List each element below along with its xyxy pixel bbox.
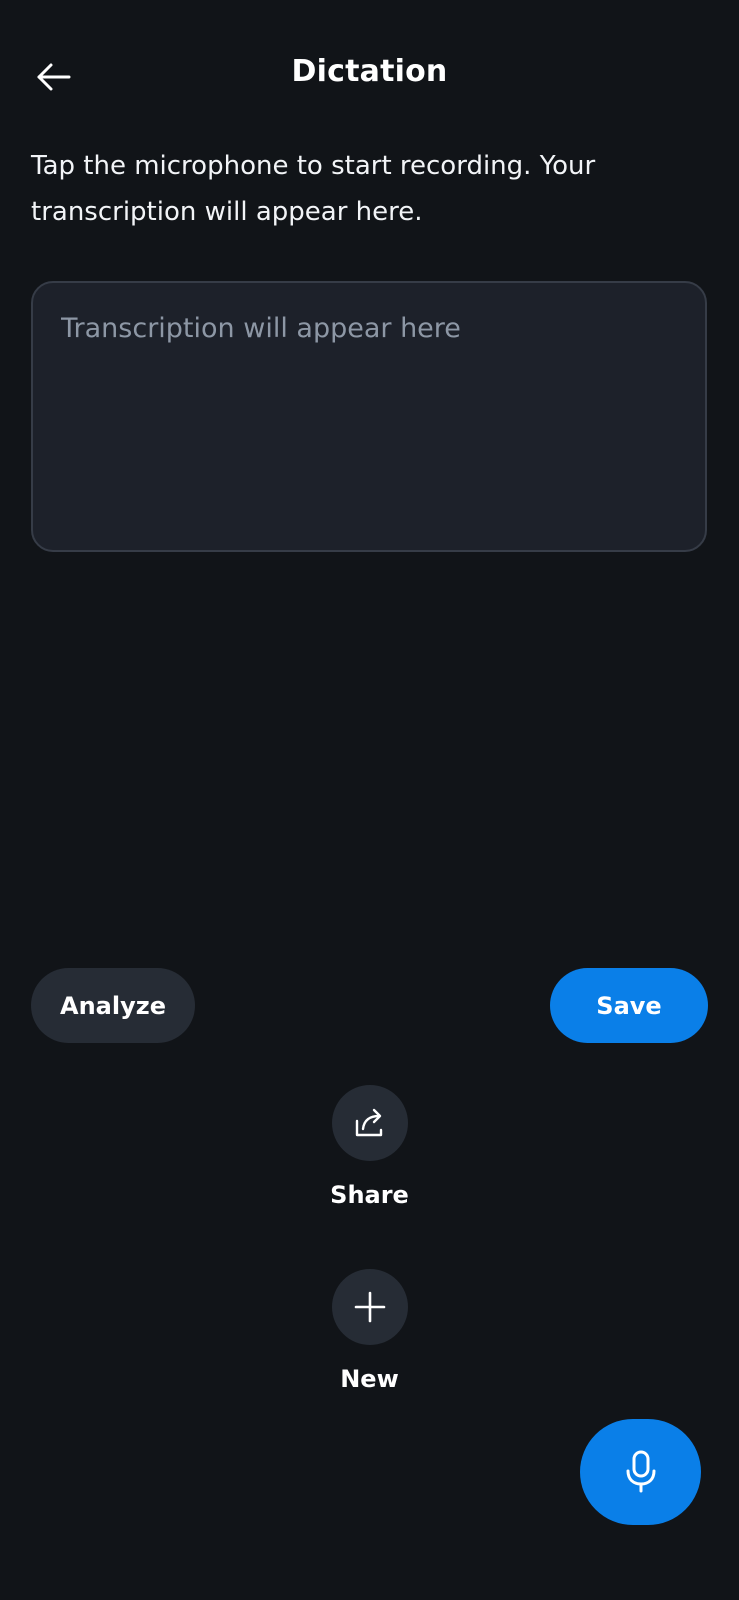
share-action: Share (0, 1085, 739, 1209)
transcription-field[interactable] (61, 313, 677, 520)
share-icon (355, 1108, 382, 1137)
share-label: Share (330, 1181, 409, 1209)
new-label: New (340, 1365, 399, 1393)
app-header: Dictation (0, 40, 739, 110)
share-button[interactable] (331, 1085, 408, 1161)
transcription-field-container (31, 281, 707, 552)
microphone-button[interactable] (580, 1419, 701, 1525)
page-title: Dictation (291, 54, 448, 89)
instructions-text: Tap the microphone to start recording. Y… (31, 151, 596, 227)
save-button[interactable]: Save (550, 968, 708, 1043)
new-button[interactable] (331, 1269, 408, 1345)
analyze-button[interactable]: Analyze (31, 968, 195, 1043)
microphone-icon (626, 1450, 655, 1493)
plus-icon (354, 1291, 385, 1323)
new-action: New (0, 1269, 739, 1393)
